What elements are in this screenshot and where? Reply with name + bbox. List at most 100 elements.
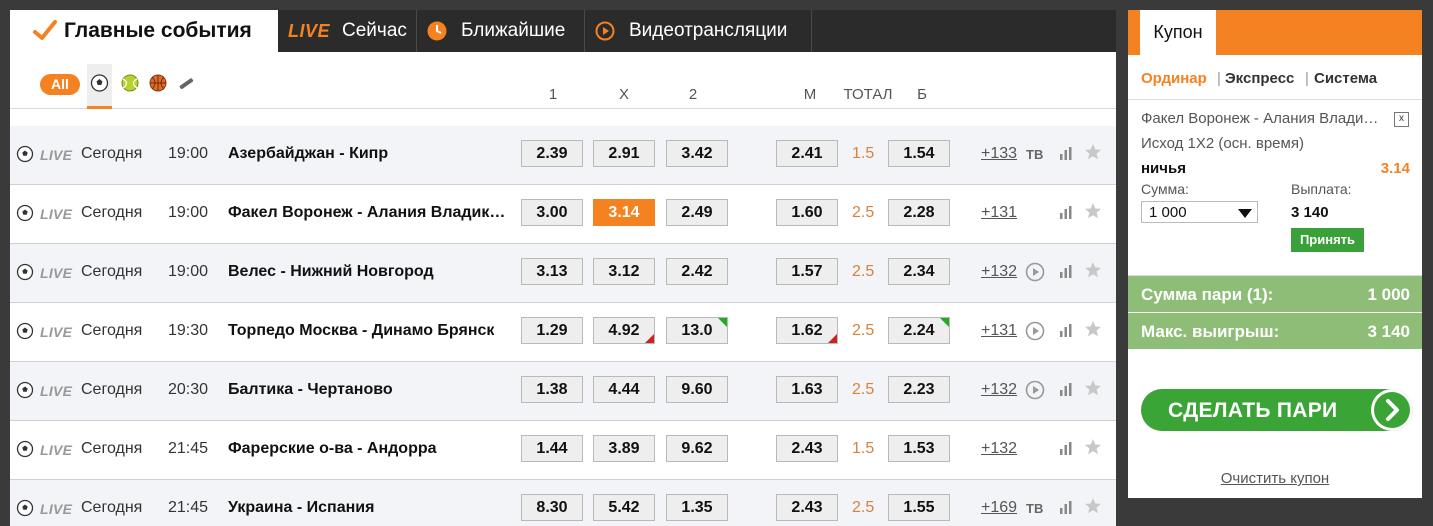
event-name[interactable]: Торпедо Москва - Динамо Брянск: [228, 322, 513, 340]
odds-button-b[interactable]: 1.55: [888, 494, 950, 521]
odds-button-o1[interactable]: 1.29: [521, 317, 583, 344]
more-markets-link[interactable]: +132: [981, 381, 1017, 399]
coupon-bet-item: Факел Воронеж - Алания Владикавказ x Исх…: [1128, 100, 1422, 276]
odds-button-o2[interactable]: 13.0: [666, 317, 728, 344]
more-markets-link[interactable]: +132: [981, 263, 1017, 281]
tab-live-now[interactable]: LIVE Сейчас: [278, 10, 417, 52]
odds-button-o1[interactable]: 1.38: [521, 376, 583, 403]
odds-button-o2[interactable]: 2.49: [666, 199, 728, 226]
star-icon[interactable]: [1084, 202, 1102, 220]
odds-button-o1[interactable]: 8.30: [521, 494, 583, 521]
stats-icon[interactable]: [1059, 381, 1073, 397]
stats-icon[interactable]: [1059, 263, 1073, 279]
clock-icon: [427, 21, 447, 41]
odds-button-m[interactable]: 1.62: [776, 317, 838, 344]
stats-icon[interactable]: [1059, 322, 1073, 338]
bet-type-system[interactable]: Система: [1314, 70, 1377, 87]
odds-button-b[interactable]: 2.34: [888, 258, 950, 285]
tv-icon[interactable]: ТВ: [1026, 147, 1043, 162]
stats-icon[interactable]: [1059, 204, 1073, 220]
odds-button-m[interactable]: 2.43: [776, 494, 838, 521]
event-time: 21:45: [168, 440, 209, 457]
event-name[interactable]: Факел Воронеж - Алания Владикавказ: [228, 204, 513, 222]
odds-value: 2.24: [903, 322, 935, 339]
tab-nearest[interactable]: Ближайшие: [417, 10, 585, 52]
odds-button-b[interactable]: 1.54: [888, 140, 950, 167]
odds-button-b[interactable]: 2.28: [888, 199, 950, 226]
tennis-icon[interactable]: [120, 73, 140, 95]
odds-button-b[interactable]: 2.24: [888, 317, 950, 344]
odds-button-o1[interactable]: 2.39: [521, 140, 583, 167]
stats-icon[interactable]: [1059, 499, 1073, 515]
odds-button-o2[interactable]: 2.42: [666, 258, 728, 285]
odds-button-o2[interactable]: 3.42: [666, 140, 728, 167]
more-markets-link[interactable]: +132: [981, 440, 1017, 458]
place-bet-button[interactable]: СДЕЛАТЬ ПАРИ: [1141, 389, 1413, 431]
table-row: LIVE Сегодня 20:30 Балтика - Чертаново 1.38 4…: [10, 362, 1116, 421]
event-day: Сегодня: [81, 322, 143, 339]
odds-button-b[interactable]: 2.23: [888, 376, 950, 403]
table-row: LIVE Сегодня 19:00 Факел Воронеж - Алания В…: [10, 185, 1116, 244]
odds-button-o1[interactable]: 1.44: [521, 435, 583, 462]
odds-button-o2[interactable]: 9.62: [666, 435, 728, 462]
tab-main-events[interactable]: Главные события: [10, 10, 278, 52]
stake-select[interactable]: 1 000: [1141, 201, 1258, 223]
odds-value: 2.39: [536, 145, 568, 162]
more-markets-link[interactable]: +131: [981, 322, 1017, 340]
odds-button-ox[interactable]: 4.44: [593, 376, 655, 403]
odds-button-m[interactable]: 2.41: [776, 140, 838, 167]
star-icon[interactable]: [1084, 261, 1102, 279]
video-play-icon[interactable]: [1025, 380, 1045, 400]
event-name[interactable]: Украина - Испания: [228, 499, 513, 517]
col-b: Б: [917, 86, 927, 103]
event-name[interactable]: Балтика - Чертаново: [228, 381, 513, 399]
clear-coupon-link[interactable]: Очистить купон: [1128, 470, 1422, 487]
odds-button-m[interactable]: 1.57: [776, 258, 838, 285]
star-icon[interactable]: [1084, 497, 1102, 515]
more-markets-link[interactable]: +169: [981, 499, 1017, 517]
bet-type-express[interactable]: Экспресс: [1225, 70, 1294, 87]
video-play-icon[interactable]: [1025, 321, 1045, 341]
bet-type-single[interactable]: Ординар: [1141, 70, 1207, 87]
odds-button-b[interactable]: 1.53: [888, 435, 950, 462]
star-icon[interactable]: [1084, 143, 1102, 161]
odds-button-ox[interactable]: 3.14: [593, 199, 655, 226]
filter-all-button[interactable]: All: [40, 74, 80, 95]
odds-button-o2[interactable]: 9.60: [666, 376, 728, 403]
live-logo: LIVE: [288, 20, 331, 41]
stats-icon[interactable]: [1059, 440, 1073, 456]
more-markets-link[interactable]: +133: [981, 145, 1017, 163]
coupon-tab[interactable]: Купон: [1140, 10, 1216, 55]
event-name[interactable]: Велес - Нижний Новгород: [228, 263, 513, 281]
accept-button[interactable]: Принять: [1291, 228, 1364, 252]
star-icon[interactable]: [1084, 379, 1102, 397]
star-icon[interactable]: [1084, 438, 1102, 456]
coupon-outcome: ничья: [1141, 160, 1186, 177]
event-name[interactable]: Фарерские о-ва - Андорра: [228, 440, 513, 458]
video-play-icon[interactable]: [1025, 262, 1045, 282]
hockey-icon[interactable]: [176, 73, 196, 95]
tv-icon[interactable]: ТВ: [1026, 501, 1043, 516]
football-icon[interactable]: [87, 64, 112, 109]
odds-button-o1[interactable]: 3.00: [521, 199, 583, 226]
odds-button-m[interactable]: 1.60: [776, 199, 838, 226]
odds-button-ox[interactable]: 2.91: [593, 140, 655, 167]
total-value: 2.5: [852, 322, 875, 339]
close-icon[interactable]: x: [1394, 112, 1409, 127]
odds-button-ox[interactable]: 3.89: [593, 435, 655, 462]
odds-button-ox[interactable]: 4.92: [593, 317, 655, 344]
odds-button-o2[interactable]: 1.35: [666, 494, 728, 521]
odds-button-m[interactable]: 1.63: [776, 376, 838, 403]
event-name[interactable]: Азербайджан - Кипр: [228, 145, 513, 163]
basketball-icon[interactable]: [148, 73, 168, 95]
odds-button-o1[interactable]: 3.13: [521, 258, 583, 285]
more-markets-link[interactable]: +131: [981, 204, 1017, 222]
odds-value: 3.14: [608, 204, 640, 221]
event-day: Сегодня: [81, 145, 143, 162]
tab-video[interactable]: Видеотрансляции: [585, 10, 812, 52]
odds-button-ox[interactable]: 3.12: [593, 258, 655, 285]
stats-icon[interactable]: [1059, 145, 1073, 161]
odds-button-ox[interactable]: 5.42: [593, 494, 655, 521]
odds-button-m[interactable]: 2.43: [776, 435, 838, 462]
star-icon[interactable]: [1084, 320, 1102, 338]
